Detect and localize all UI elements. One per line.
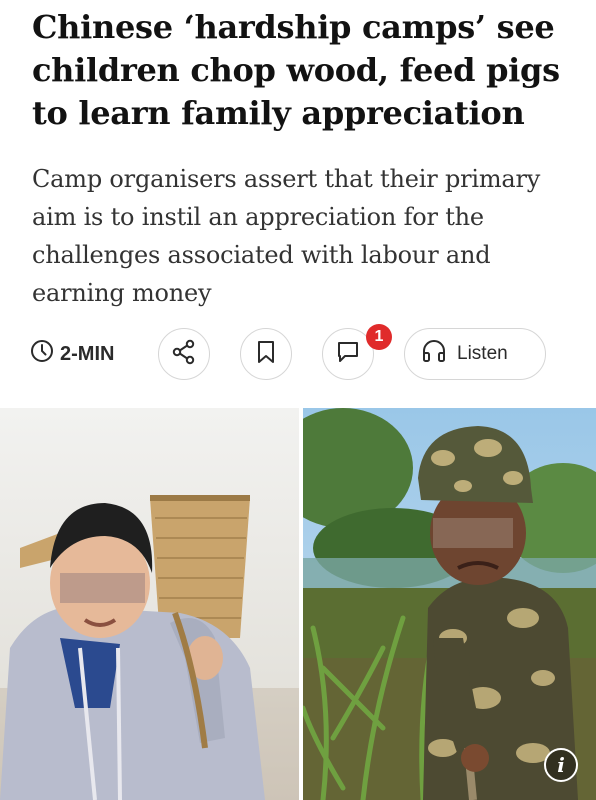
listen-button[interactable]: Listen — [404, 328, 546, 380]
clock-icon — [30, 339, 54, 369]
comment-count-badge: 1 — [366, 324, 392, 350]
image-info-button[interactable]: i — [544, 748, 578, 782]
photo-collage: i — [0, 408, 596, 800]
share-icon — [171, 339, 197, 370]
bookmark-button[interactable] — [240, 328, 292, 380]
article-toolbar: 2-MIN 1 Listen — [0, 324, 596, 384]
photo-boy-with-basket — [0, 408, 299, 800]
comment-icon — [335, 339, 361, 370]
bookmark-icon — [255, 340, 277, 369]
headphones-icon — [421, 339, 447, 369]
read-time-label: 2-MIN — [60, 342, 115, 365]
headline: Chinese ‘hardship camps’ see children ch… — [32, 8, 560, 132]
standfirst: Camp organisers assert that their primar… — [32, 165, 541, 307]
share-button[interactable] — [158, 328, 210, 380]
read-time: 2-MIN — [30, 340, 114, 368]
listen-label: Listen — [457, 343, 508, 364]
photo-boy-in-field: i — [303, 408, 596, 800]
